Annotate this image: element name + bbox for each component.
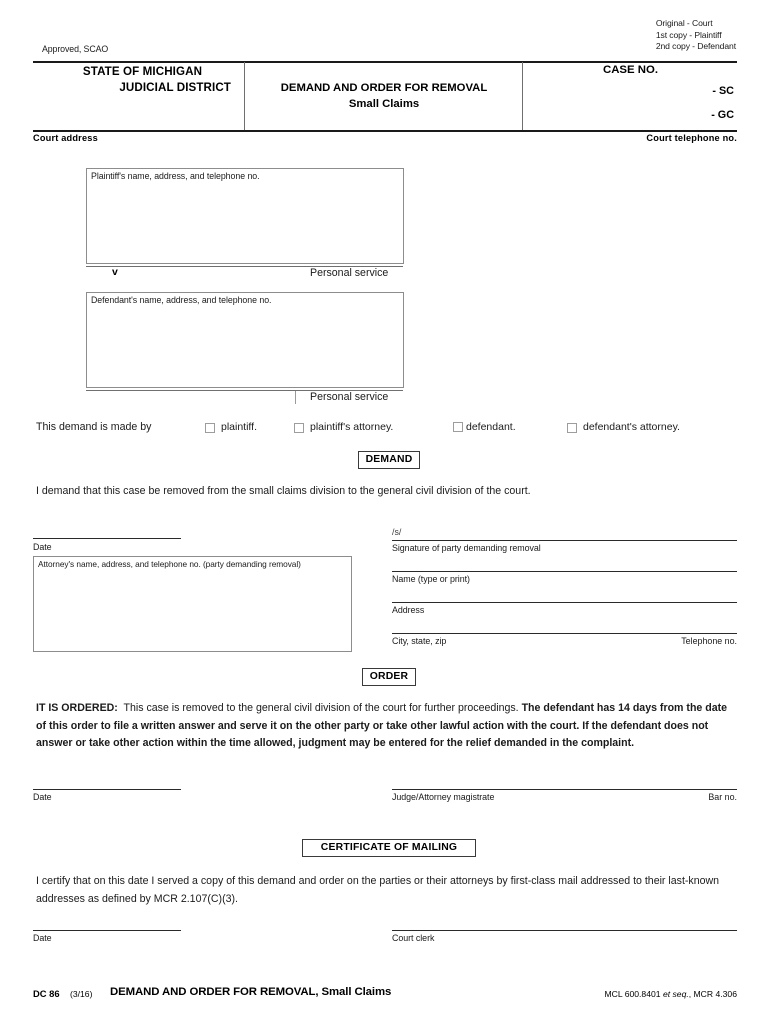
order-date-rule [33,789,181,791]
judge-rule [392,789,737,791]
footer-revision: (3/16) [70,989,93,999]
checkbox-defendant[interactable] [453,422,463,432]
copy-line-original: Original - Court [655,18,713,28]
defendant-personal-service-label: Personal service [310,391,389,403]
certificate-statement: I certify that on this date I served a c… [36,875,720,905]
checkbox-defendant-attorney-label[interactable]: defendant's attorney. [583,421,680,433]
defendant-info-box[interactable]: Defendant's name, address, and telephone… [86,292,404,388]
signature-caption: Signature of party demanding removal [392,543,541,553]
demand-made-by-label: This demand is made by [36,421,152,433]
court-clerk-rule [392,930,737,932]
state-of-michigan-label: STATE OF MICHIGAN [82,65,203,78]
footer-citation-pre: MCL 600.8401 [604,989,663,999]
address-rule [392,602,737,604]
footer-citation-post: , MCR 4.306 [688,989,737,999]
checkbox-plaintiff[interactable] [205,423,215,433]
judicial-district-label: JUDICIAL DISTRICT [119,81,231,94]
bar-no-caption: Bar no. [708,792,737,802]
form-title-line1: DEMAND AND ORDER FOR REMOVAL [280,82,488,94]
court-telephone-label: Court telephone no. [646,133,737,143]
case-number-label: CASE NO. [602,64,659,76]
address-caption: Address [392,605,425,615]
city-state-zip-caption: City, state, zip [392,636,447,646]
footer-citation-italic: et seq. [662,989,689,999]
attorney-info-box[interactable]: Attorney's name, address, and telephone … [33,556,352,652]
defendant-service-tick [295,391,296,404]
checkbox-defendant-label[interactable]: defendant. [466,421,516,433]
telephone-caption: Telephone no. [681,636,737,646]
judge-caption: Judge/Attorney magistrate [392,792,495,802]
certificate-of-mailing-badge: CERTIFICATE OF MAILING [302,839,476,857]
header-divider-right [522,62,524,130]
copy-line-plaintiff: 1st copy - Plaintiff [655,29,722,40]
certificate-date-caption: Date [33,933,52,943]
order-body-normal: This case is removed to the general civi… [123,702,519,714]
attorney-box-caption: Attorney's name, address, and telephone … [38,559,301,569]
header-divider-left [244,62,246,130]
copy-distribution-list: Original - Court 1st copy - Plaintiff 2n… [656,18,736,53]
demand-date-caption: Date [33,542,52,552]
signature-slash-s: /s/ [392,527,402,537]
city-state-zip-rule [392,633,737,635]
header-bottom-rule [33,130,737,132]
checkbox-plaintiff-attorney-label[interactable]: plaintiff's attorney. [310,421,393,433]
header-top-rule [33,61,737,64]
name-caption: Name (type or print) [392,574,470,584]
order-date-caption: Date [33,792,52,802]
court-address-label: Court address [33,133,98,143]
form-title-line2: Small Claims [348,98,420,110]
order-section-badge: ORDER [362,668,416,686]
checkbox-defendant-attorney[interactable] [567,423,577,433]
footer-form-title: DEMAND AND ORDER FOR REMOVAL, Small Clai… [110,986,392,998]
state-judicial-district: STATE OF MICHIGAN JUDICIAL DISTRICT [50,64,235,96]
name-rule [392,571,737,573]
checkbox-plaintiff-attorney[interactable] [294,423,304,433]
order-lead-label: IT IS ORDERED: [36,702,118,714]
approved-scao-label: Approved, SCAO [42,44,109,54]
form-title-header: DEMAND AND ORDER FOR REMOVAL Small Claim… [248,80,520,112]
demand-statement: I demand that this case be removed from … [36,485,531,497]
plaintiff-box-caption: Plaintiff's name, address, and telephone… [91,171,260,181]
copy-line-defendant: 2nd copy - Defendant [655,41,736,52]
certificate-date-rule [33,930,181,932]
versus-label: v [112,266,118,278]
case-suffix-sc: - SC [712,85,734,97]
plaintiff-info-box[interactable]: Plaintiff's name, address, and telephone… [86,168,404,264]
signature-rule [392,540,737,542]
order-body: IT IS ORDERED: This case is removed to t… [36,700,739,753]
demand-date-rule [33,538,181,540]
defendant-box-caption: Defendant's name, address, and telephone… [91,295,272,305]
footer-citation: MCL 600.8401 et seq., MCR 4.306 [604,989,737,999]
checkbox-plaintiff-label[interactable]: plaintiff. [221,421,257,433]
court-clerk-caption: Court clerk [392,933,435,943]
plaintiff-personal-service-label: Personal service [310,267,389,279]
case-suffix-gc: - GC [711,109,734,121]
form-page: Original - Court 1st copy - Plaintiff 2n… [0,0,770,1024]
demand-section-badge: DEMAND [358,451,420,469]
footer-form-code: DC 86 [33,988,60,999]
